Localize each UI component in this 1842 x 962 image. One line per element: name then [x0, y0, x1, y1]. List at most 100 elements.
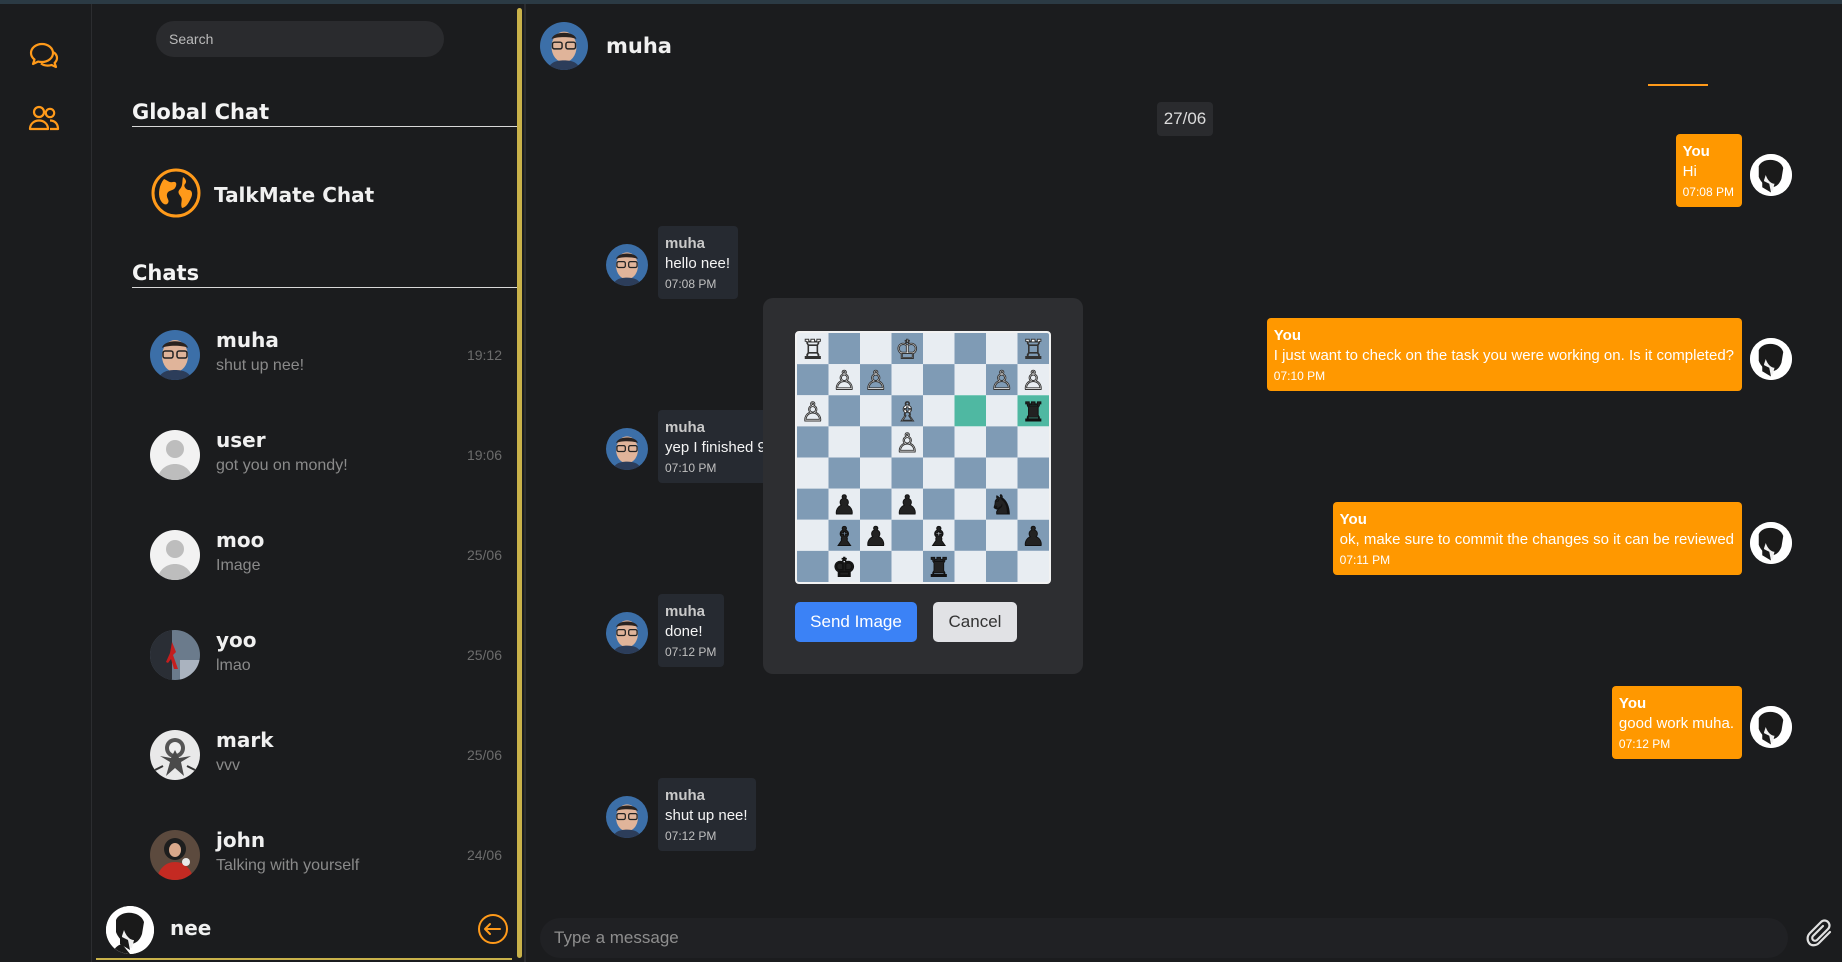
chess-piece: ♚ — [832, 553, 856, 582]
chess-piece: ♖ — [801, 335, 825, 366]
search-input[interactable] — [156, 21, 444, 57]
message-text: shut up nee! — [665, 807, 748, 824]
avatar — [606, 612, 648, 654]
chat-time: 19:12 — [466, 347, 502, 363]
avatar-image — [1750, 338, 1792, 380]
avatar — [606, 796, 648, 838]
message-time: 07:08 PM — [665, 277, 717, 291]
message-sender: muha — [665, 419, 706, 436]
message-bubble: muha done! 07:12 PM — [658, 594, 725, 667]
message-sender: You — [1682, 143, 1710, 160]
message-time: 07:08 PM — [1682, 185, 1734, 199]
cancel-button[interactable]: Cancel — [933, 602, 1017, 642]
sidebar-scrollbar[interactable] — [517, 8, 522, 958]
chat-time: 25/06 — [466, 547, 502, 563]
users-icon[interactable] — [26, 100, 62, 136]
chess-piece: ♗ — [895, 397, 919, 428]
chat-list-item[interactable]: user got you on mondy! 19:06 — [150, 425, 502, 485]
chess-piece: ♝ — [927, 521, 951, 552]
chat-list-item[interactable]: yoo lmao 25/06 — [150, 625, 502, 685]
global-chat-item[interactable]: TalkMate Chat — [150, 167, 374, 223]
chat-last-message: Talking with yourself — [216, 857, 360, 874]
chess-piece: ♙ — [864, 366, 888, 397]
chat-name: user — [216, 428, 266, 452]
chat-header: muha — [540, 20, 672, 72]
message-bubble: muha hello nee! 07:08 PM — [658, 226, 739, 299]
sidebar: Global Chat TalkMate Chat Chats muha shu… — [92, 4, 518, 962]
chess-piece: ♙ — [832, 366, 856, 397]
chess-piece: ♟ — [895, 490, 919, 521]
chat-list-item[interactable]: moo Image 25/06 — [150, 525, 502, 585]
chat-panel: muha 27/06 You Hi 07:08 PM muha hello ne… — [526, 4, 1842, 962]
chat-list-item[interactable]: john Talking with yourself 24/06 — [150, 825, 502, 885]
chat-last-message: Image — [216, 557, 261, 574]
chat-bubbles-icon[interactable] — [26, 38, 62, 74]
message-time: 07:11 PM — [1339, 553, 1391, 567]
chessboard-image: ♖♔♖♙♙♙♙♙♗♜♙♟♟♞♝♟♝♟♚♜ — [795, 331, 1051, 584]
chess-piece: ♔ — [895, 335, 919, 366]
message-text: hello nee! — [665, 255, 731, 272]
chat-name: mark — [216, 728, 274, 752]
global-chat-heading: Global Chat — [132, 100, 518, 127]
chat-last-message: shut up nee! — [216, 357, 305, 374]
global-chat-name: TalkMate Chat — [214, 183, 375, 207]
chess-piece: ♝ — [832, 521, 856, 552]
message-bubble: You ok, make sure to commit the changes … — [1332, 502, 1742, 575]
chat-last-message: lmao — [216, 657, 251, 674]
avatar — [106, 906, 154, 954]
message-text: done! — [665, 623, 703, 640]
chat-name: muha — [216, 328, 279, 352]
chess-piece: ♖ — [1021, 335, 1045, 366]
message-bubble: You I just want to check on the task you… — [1266, 318, 1742, 391]
avatar — [150, 630, 200, 680]
message-input[interactable] — [540, 918, 1788, 958]
message-time: 07:12 PM — [665, 645, 717, 659]
chess-piece: ♟ — [864, 521, 888, 552]
avatar — [150, 730, 200, 780]
message-outgoing: You Hi 07:08 PM — [1675, 134, 1742, 207]
image-preview-modal: ♖♔♖♙♙♙♙♙♗♜♙♟♟♞♝♟♝♟♚♜ Send Image Cancel — [763, 298, 1083, 674]
message-sender: muha — [665, 603, 706, 620]
scroll-indicator — [1648, 84, 1708, 86]
chat-list-item[interactable]: mark vvv 25/06 — [150, 725, 502, 785]
message-text: I just want to check on the task you wer… — [1273, 347, 1734, 364]
message-time: 07:12 PM — [665, 829, 717, 843]
paperclip-icon[interactable] — [1804, 918, 1840, 954]
chess-piece: ♙ — [1021, 366, 1045, 397]
conversation-title: muha — [606, 34, 672, 58]
avatar — [1750, 522, 1792, 564]
current-user-bar: nee — [106, 902, 510, 958]
current-user-name: nee — [170, 916, 212, 940]
chat-time: 25/06 — [466, 747, 502, 763]
chat-list-item[interactable]: muha shut up nee! 19:12 — [150, 325, 502, 385]
message-sender: muha — [665, 235, 706, 252]
chat-last-message: got you on mondy! — [216, 457, 348, 474]
chat-name: yoo — [216, 628, 257, 652]
message-bubble: You Hi 07:08 PM — [1675, 134, 1742, 207]
avatar — [150, 530, 200, 580]
message-outgoing: You ok, make sure to commit the changes … — [1332, 502, 1742, 575]
message-bubble: muha shut up nee! 07:12 PM — [658, 778, 756, 851]
avatar — [606, 428, 648, 470]
message-time: 07:10 PM — [1273, 369, 1326, 383]
globe-icon — [150, 167, 202, 224]
chess-piece: ♟ — [1021, 521, 1045, 552]
chess-piece: ♟ — [832, 490, 856, 521]
send-image-button[interactable]: Send Image — [795, 602, 917, 642]
message-text: good work muha. — [1618, 715, 1734, 732]
avatar — [1750, 154, 1792, 196]
avatar — [606, 244, 648, 286]
date-separator: 27/06 — [1157, 102, 1213, 136]
chats-heading: Chats — [132, 261, 518, 288]
chess-piece: ♞ — [990, 490, 1014, 521]
avatar-image — [1750, 522, 1792, 564]
logout-icon[interactable] — [476, 912, 510, 946]
avatar — [1750, 706, 1792, 748]
message-bubble: You good work muha. 07:12 PM — [1611, 686, 1742, 759]
avatar — [150, 830, 200, 880]
chess-piece: ♙ — [990, 366, 1014, 397]
message-text: yep I finished 9 — [665, 439, 766, 456]
message-text: Hi — [1682, 163, 1697, 180]
chess-piece: ♜ — [1021, 397, 1045, 428]
chat-time: 25/06 — [466, 647, 502, 663]
